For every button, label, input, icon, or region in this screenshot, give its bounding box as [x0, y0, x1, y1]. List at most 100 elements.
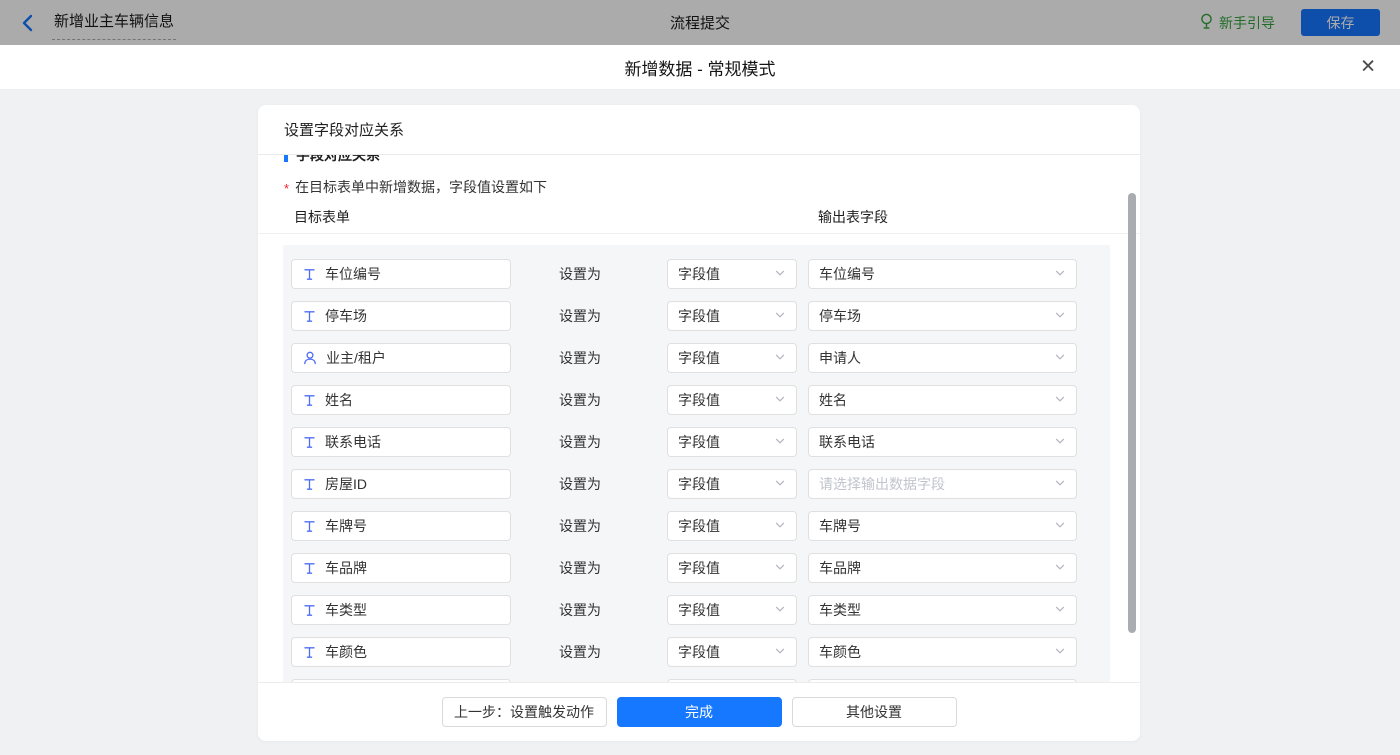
target-field-box[interactable]: 车位编号: [291, 259, 511, 289]
add-data-modal: 新增数据 - 常规模式 ✕ 设置字段对应关系 字段对应关系 * 在目标表单中新增…: [0, 45, 1400, 755]
column-output-fields: 输出表字段: [818, 207, 888, 227]
target-field-box[interactable]: [291, 679, 511, 682]
value-type-value: 字段值: [678, 306, 720, 326]
top-toolbar: 新增业主车辆信息 流程提交 新手引导 保存: [0, 0, 1400, 45]
target-field-label: 车位编号: [325, 264, 381, 284]
output-field-select[interactable]: [808, 679, 1077, 682]
chevron-down-icon: [774, 350, 786, 366]
relation-label: 设置为: [559, 474, 603, 494]
value-type-select[interactable]: 字段值: [667, 301, 797, 331]
target-field-box[interactable]: 联系电话: [291, 427, 511, 457]
output-field-select[interactable]: 停车场: [808, 301, 1077, 331]
mapping-row: 联系电话 设置为 字段值 联系电话: [291, 427, 1102, 457]
target-field-box[interactable]: 房屋ID: [291, 469, 511, 499]
member-icon: [302, 350, 318, 366]
guide-label: 新手引导: [1219, 13, 1275, 33]
output-field-select[interactable]: 联系电话: [808, 427, 1077, 457]
text-field-icon: [302, 645, 317, 660]
relation-label: 设置为: [559, 642, 603, 662]
output-field-value: 联系电话: [819, 432, 875, 452]
save-button[interactable]: 保存: [1301, 9, 1380, 36]
card-footer: 上一步：设置触发动作 完成 其他设置: [258, 682, 1140, 741]
chevron-down-icon: [774, 518, 786, 534]
field-mapping-card: 设置字段对应关系 字段对应关系 * 在目标表单中新增数据，字段值设置如下 目标表…: [258, 105, 1140, 741]
mapping-row: 车类型 设置为 字段值 车类型: [291, 595, 1102, 625]
chevron-down-icon: [1054, 434, 1066, 450]
value-type-select[interactable]: 字段值: [667, 427, 797, 457]
mapping-row: 姓名 设置为 字段值 姓名: [291, 385, 1102, 415]
value-type-select[interactable]: 字段值: [667, 511, 797, 541]
output-field-value: 停车场: [819, 306, 861, 326]
output-field-select[interactable]: 车牌号: [808, 511, 1077, 541]
value-type-select[interactable]: 字段值: [667, 385, 797, 415]
scrollbar-thumb[interactable]: [1128, 193, 1136, 633]
mapping-row: 车牌号 设置为 字段值 车牌号: [291, 511, 1102, 541]
mapping-row: 车颜色 设置为 字段值 车颜色: [291, 637, 1102, 667]
chevron-down-icon: [1054, 476, 1066, 492]
required-asterisk: *: [284, 181, 289, 196]
value-type-value: 字段值: [678, 474, 720, 494]
chevron-down-icon: [774, 308, 786, 324]
output-field-value: 姓名: [819, 390, 847, 410]
mapping-rows-panel: 车位编号 设置为 字段值 车位编号 停车场 设置为 字段值: [283, 245, 1110, 682]
column-target-form: 目标表单: [294, 207, 350, 227]
text-field-icon: [302, 267, 317, 282]
value-type-value: 字段值: [678, 516, 720, 536]
chevron-down-icon: [1054, 518, 1066, 534]
output-field-select[interactable]: 请选择输出数据字段: [808, 469, 1077, 499]
mapping-row: 停车场 设置为 字段值 停车场: [291, 301, 1102, 331]
close-icon[interactable]: ✕: [1360, 58, 1376, 77]
target-field-box[interactable]: 车类型: [291, 595, 511, 625]
target-field-box[interactable]: 业主/租户: [291, 343, 511, 373]
mapping-row: 房屋ID 设置为 字段值 请选择输出数据字段: [291, 469, 1102, 499]
value-type-select[interactable]: 字段值: [667, 259, 797, 289]
value-type-value: 字段值: [678, 432, 720, 452]
target-field-label: 停车场: [325, 306, 367, 326]
value-type-select[interactable]: 字段值: [667, 595, 797, 625]
prev-step-button[interactable]: 上一步：设置触发动作: [442, 697, 607, 727]
chevron-down-icon: [774, 266, 786, 282]
target-field-label: 车颜色: [325, 642, 367, 662]
value-type-select[interactable]: 字段值: [667, 343, 797, 373]
target-field-box[interactable]: 车品牌: [291, 553, 511, 583]
target-field-box[interactable]: 车牌号: [291, 511, 511, 541]
value-type-value: 字段值: [678, 390, 720, 410]
output-field-select[interactable]: 车类型: [808, 595, 1077, 625]
relation-label: 设置为: [559, 432, 603, 452]
card-title: 设置字段对应关系: [258, 105, 1140, 155]
target-field-box[interactable]: 车颜色: [291, 637, 511, 667]
instruction-line: * 在目标表单中新增数据，字段值设置如下: [284, 177, 1140, 197]
done-button[interactable]: 完成: [617, 697, 782, 727]
target-field-box[interactable]: 停车场: [291, 301, 511, 331]
relation-label: 设置为: [559, 558, 603, 578]
value-type-select[interactable]: [667, 679, 797, 682]
value-type-select[interactable]: 字段值: [667, 469, 797, 499]
value-type-select[interactable]: 字段值: [667, 637, 797, 667]
text-field-icon: [302, 435, 317, 450]
chevron-down-icon: [1054, 392, 1066, 408]
target-field-box[interactable]: 姓名: [291, 385, 511, 415]
target-field-label: 车品牌: [325, 558, 367, 578]
output-field-select[interactable]: 车位编号: [808, 259, 1077, 289]
chevron-down-icon: [774, 434, 786, 450]
relation-label: 设置为: [559, 516, 603, 536]
target-field-label: 车牌号: [325, 516, 367, 536]
target-field-label: 姓名: [325, 390, 353, 410]
output-field-select[interactable]: 姓名: [808, 385, 1077, 415]
mapping-scroll-area: 字段对应关系 * 在目标表单中新增数据，字段值设置如下 目标表单 输出表字段 车…: [258, 155, 1140, 682]
value-type-value: 字段值: [678, 600, 720, 620]
novice-guide-link[interactable]: 新手引导: [1199, 13, 1275, 33]
relation-label: 设置为: [559, 306, 603, 326]
text-field-icon: [302, 477, 317, 492]
output-field-select[interactable]: 申请人: [808, 343, 1077, 373]
target-field-label: 车类型: [325, 600, 367, 620]
back-chevron-icon[interactable]: [20, 14, 36, 32]
other-settings-button[interactable]: 其他设置: [792, 697, 957, 727]
chevron-down-icon: [774, 476, 786, 492]
text-field-icon: [302, 393, 317, 408]
output-field-select[interactable]: 车品牌: [808, 553, 1077, 583]
output-field-select[interactable]: 车颜色: [808, 637, 1077, 667]
text-field-icon: [302, 519, 317, 534]
process-name-title[interactable]: 新增业主车辆信息: [52, 6, 176, 40]
value-type-select[interactable]: 字段值: [667, 553, 797, 583]
